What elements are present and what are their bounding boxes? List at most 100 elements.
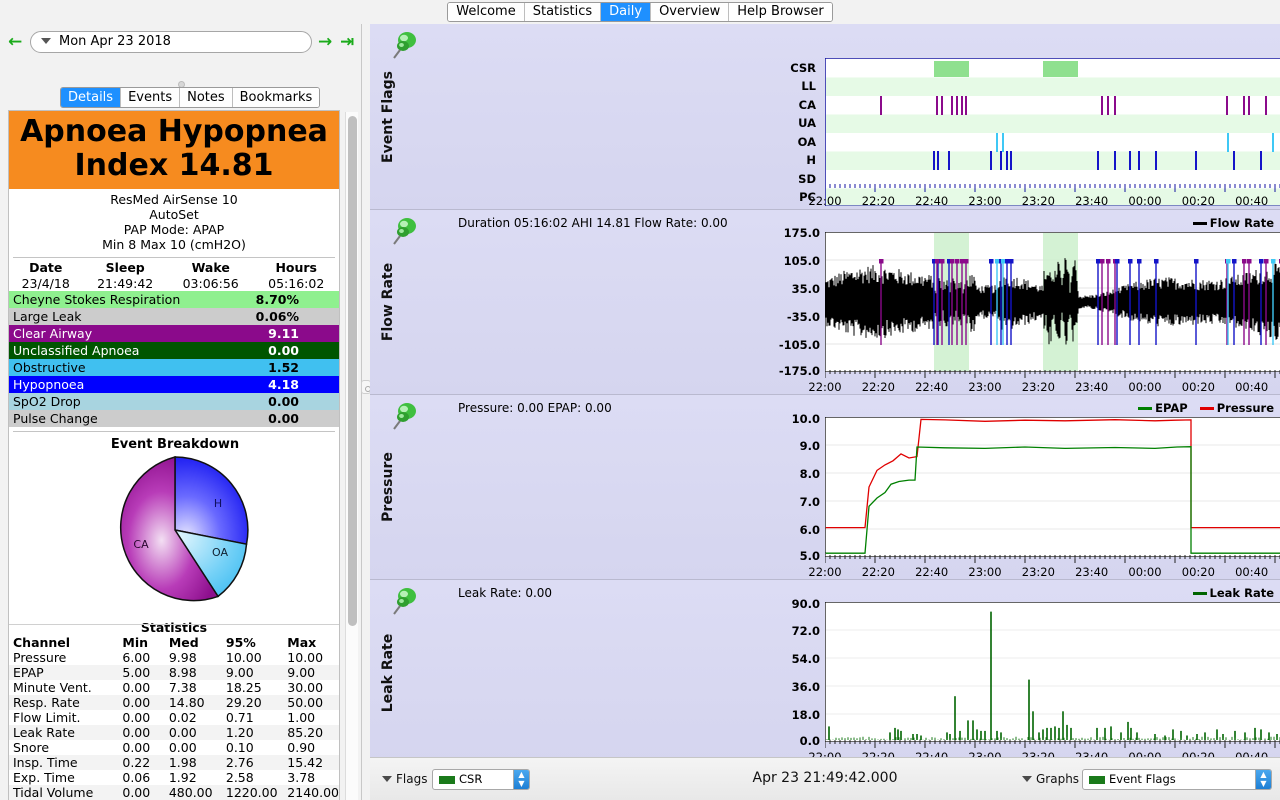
chevron-down-icon[interactable] xyxy=(41,38,51,44)
xtick: 23:20 xyxy=(1021,194,1055,208)
xtick: 22:40 xyxy=(915,194,949,208)
pin-icon[interactable] xyxy=(390,586,424,620)
table-row: Insp. Time 0.22 1.98 2.76 15.42 xyxy=(9,755,339,770)
stat-channel: EPAP xyxy=(13,665,44,680)
stat-med: 1.92 xyxy=(168,770,197,785)
stat-channel: Insp. Time xyxy=(13,755,78,770)
ytick-4: 18.0 xyxy=(791,708,820,722)
stat-channel: Flow Limit. xyxy=(13,710,81,725)
tab-statistics[interactable]: Statistics xyxy=(524,3,602,21)
table-row: Cheyne Stokes Respiration 8.70% xyxy=(9,291,339,308)
stat-min: 0.00 xyxy=(122,680,151,695)
stat-95: 0.71 xyxy=(225,710,254,725)
subtab-notes[interactable]: Notes xyxy=(180,88,233,107)
ytick-0: 90.0 xyxy=(791,597,820,611)
ytick-4: -105.0 xyxy=(778,338,820,352)
leak-rate-legend: Leak Rate xyxy=(1192,586,1274,600)
subtab-details[interactable]: Details xyxy=(61,88,122,107)
xtick: 00:20 xyxy=(1181,565,1215,579)
session-value-row: 23/4/18 21:49:42 03:06:56 05:16:02 xyxy=(9,276,339,291)
ytick-2: 8.0 xyxy=(799,467,820,481)
scrollbar-thumb[interactable] xyxy=(348,116,357,626)
graphs-select[interactable]: Event Flags ▲ ▼ xyxy=(1082,769,1272,790)
flow-rate-plot[interactable] xyxy=(825,232,1280,372)
stat-95: 1220.00 xyxy=(225,785,278,800)
pie-slice-h[interactable] xyxy=(174,456,249,546)
details-subtab-strip: Details Events Notes Bookmarks xyxy=(60,87,321,108)
xtick: 00:00 xyxy=(1128,380,1162,394)
stat-max: 3.78 xyxy=(287,770,316,785)
stat-max: 0.90 xyxy=(287,740,316,755)
stat-med: 14.80 xyxy=(168,695,205,710)
stat-channel: Pressure xyxy=(13,650,67,665)
left-details-panel: ← Mon Apr 23 2018 → ⇥ Details Events Not… xyxy=(0,24,362,800)
graph-leak-rate: Leak Rate Leak Rate: 0.00 Leak Rate 90.0… xyxy=(370,580,1280,766)
ytick-1: 72.0 xyxy=(791,624,820,638)
stat-med: 1.98 xyxy=(168,755,197,770)
session-table: Date Sleep Wake Hours 23/4/18 21:49:42 0… xyxy=(9,259,339,291)
pie-label-h: H xyxy=(214,497,222,510)
table-row: Exp. Time 0.06 1.92 2.58 3.78 xyxy=(9,770,339,785)
stat-med: 0.00 xyxy=(168,725,197,740)
event-value: 4.18 xyxy=(268,377,299,392)
jump-to-last-day-icon[interactable]: ⇥ xyxy=(340,34,354,51)
xtick: 00:40 xyxy=(1235,565,1269,579)
event-value: 9.11 xyxy=(268,326,299,341)
stat-min: 5.00 xyxy=(122,665,151,680)
xtick: 00:00 xyxy=(1128,194,1162,208)
divider xyxy=(9,624,339,625)
flow-rate-x-axis: 22:00 22:20 22:40 23:00 23:20 23:40 00:00 00:20… xyxy=(808,370,1280,394)
stat-min: 0.00 xyxy=(122,710,151,725)
subtab-bookmarks[interactable]: Bookmarks xyxy=(232,88,320,107)
date-input[interactable]: Mon Apr 23 2018 xyxy=(30,31,312,53)
legend-swatch-leak-rate xyxy=(1192,592,1207,595)
left-panel-scrollbar[interactable] xyxy=(345,112,358,800)
stat-header-95: 95% xyxy=(225,635,256,650)
graphs-stepper-icon[interactable]: ▲ ▼ xyxy=(1255,770,1271,789)
event-value: 0.06% xyxy=(255,309,299,324)
xtick: 00:00 xyxy=(1128,565,1162,579)
stat-min: 0.22 xyxy=(122,755,151,770)
next-day-arrow-icon[interactable]: → xyxy=(318,34,332,51)
tab-help-browser[interactable]: Help Browser xyxy=(729,3,832,21)
stat-header-min: Min xyxy=(122,635,148,650)
pin-icon[interactable] xyxy=(390,216,424,250)
statistics-title: Statistics xyxy=(140,620,208,635)
table-row: Obstructive 1.52 xyxy=(9,359,339,376)
leak-rate-plot[interactable] xyxy=(825,602,1280,742)
session-header-row: Date Sleep Wake Hours xyxy=(9,259,339,276)
event-flags-x-axis: 22:00 22:20 22:40 23:00 23:20 23:40 00:00 00:20… xyxy=(808,184,1280,208)
xtick: 23:00 xyxy=(968,380,1002,394)
stat-med: 9.98 xyxy=(168,650,197,665)
table-row: Pressure 6.00 9.98 10.00 10.00 xyxy=(9,650,339,665)
tab-overview[interactable]: Overview xyxy=(651,3,730,21)
stat-95: 9.00 xyxy=(225,665,254,680)
main-tab-bar: Welcome Statistics Daily Overview Help B… xyxy=(0,0,1280,24)
statistics-table: Channel Min Med 95% Max Pressure 6.00 9.98… xyxy=(9,635,339,800)
session-wake: 03:06:56 xyxy=(182,276,239,291)
pin-icon[interactable] xyxy=(390,30,424,64)
graphs-disclosure-icon[interactable] xyxy=(1022,776,1032,782)
subtab-events[interactable]: Events xyxy=(121,88,181,107)
ytick-4: 6.0 xyxy=(799,523,820,537)
session-header-date: Date xyxy=(29,260,63,275)
pressure-plot[interactable] xyxy=(825,417,1280,557)
xtick: 23:00 xyxy=(968,565,1002,579)
event-value: 0.00 xyxy=(268,394,299,409)
pin-icon[interactable] xyxy=(390,401,424,435)
tab-welcome[interactable]: Welcome xyxy=(448,3,525,21)
session-hours: 05:16:02 xyxy=(268,276,325,291)
ytick-1: 9.0 xyxy=(799,439,820,453)
pressure-header: Pressure: 0.00 EPAP: 0.00 xyxy=(458,401,612,415)
xtick: 22:00 xyxy=(808,194,842,208)
stat-med: 8.98 xyxy=(168,665,197,680)
xtick: 23:20 xyxy=(1021,380,1055,394)
divider xyxy=(13,257,335,258)
ytick-5: 5.0 xyxy=(799,549,820,563)
ytick-5: 0.0 xyxy=(799,734,820,748)
ytick-5: -175.0 xyxy=(778,364,820,378)
event-label: Hypopnoea xyxy=(13,377,85,392)
xtick: 23:40 xyxy=(1075,380,1109,394)
tab-daily[interactable]: Daily xyxy=(601,3,652,21)
previous-day-arrow-icon[interactable]: ← xyxy=(8,34,22,51)
